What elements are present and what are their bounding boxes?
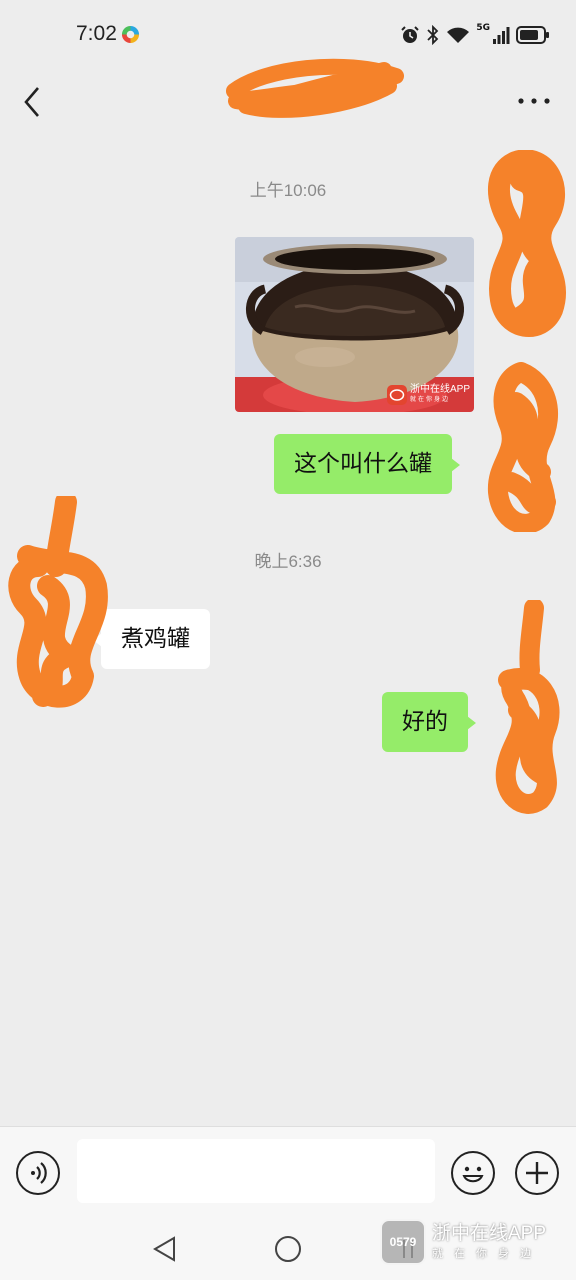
zhezhong-logo-icon (386, 385, 407, 405)
image-message[interactable]: 浙中在线APP 就在你身边 (235, 237, 474, 412)
watermark-slogan: 就在你身边 (409, 397, 450, 403)
watermark-name: 浙中在线APP (409, 384, 470, 395)
bluetooth-icon (427, 25, 439, 45)
redacted-avatar-scribble (495, 600, 560, 814)
plus-sign-icon (526, 1162, 548, 1184)
signal-icon (493, 27, 510, 44)
redacted-avatar-scribble (8, 496, 108, 708)
chevron-left-icon[interactable] (18, 82, 48, 122)
sent-message-bubble[interactable]: 好的 (382, 692, 476, 752)
voice-icon[interactable] (16, 1151, 60, 1195)
status-time: 7:02 (76, 22, 117, 45)
more-dots-icon[interactable] (516, 86, 552, 116)
wifi-icon (447, 27, 470, 43)
status-icons: 5G (400, 23, 550, 46)
home-circle-icon[interactable] (273, 1234, 303, 1264)
emoji-icon[interactable] (451, 1151, 495, 1195)
battery-icon (516, 26, 549, 44)
watermark-name: 浙中在线APP (432, 1223, 547, 1244)
redacted-avatar-scribble (487, 362, 559, 532)
corner-watermark: 0579 浙中在线APP 就在你身边 (380, 1217, 546, 1267)
plus-icon[interactable] (515, 1151, 559, 1195)
input-bar (0, 1126, 576, 1220)
image-watermark: 浙中在线APP 就在你身边 (386, 382, 470, 408)
message-input[interactable] (77, 1139, 435, 1203)
alarm-icon (401, 26, 420, 43)
redacted-title-scribble (226, 58, 404, 118)
sent-message-bubble[interactable]: 这个叫什么罐 (274, 434, 460, 494)
app-notification-icon (121, 25, 140, 44)
network-type: 5G (476, 23, 490, 33)
received-message-bubble[interactable]: 煮鸡罐 (93, 609, 210, 669)
watermark-logo-text: 0579 (389, 1235, 417, 1249)
voice-wave-icon (31, 1162, 47, 1184)
redacted-avatar-scribble (488, 150, 567, 337)
watermark-slogan: 就在你身边 (432, 1247, 542, 1260)
back-triangle-icon[interactable] (150, 1234, 180, 1264)
zhezhong-logo-icon: 0579 (380, 1219, 426, 1265)
smiley-face-icon (462, 1166, 484, 1183)
